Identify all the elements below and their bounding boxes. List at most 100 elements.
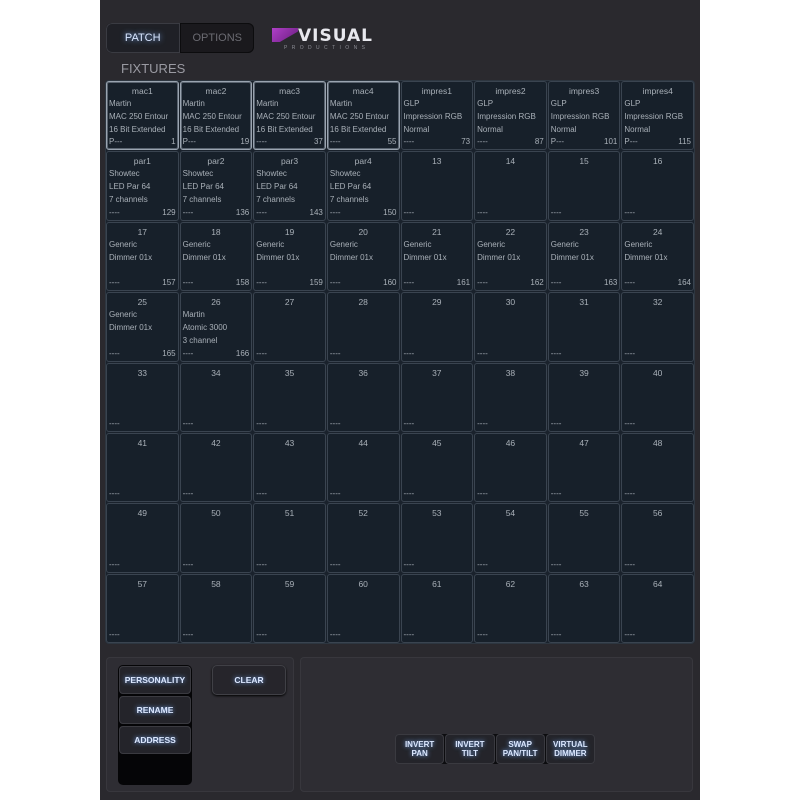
fixture-title: par1 xyxy=(133,156,151,167)
virtual-dimmer-button[interactable]: VIRTUAL DIMMER xyxy=(545,734,595,764)
fixture-cell[interactable]: 27 ---- xyxy=(253,292,326,362)
fixture-cell[interactable]: 29 ---- xyxy=(400,292,474,362)
fixture-cell[interactable]: impres3 GLP Impression RGB Normal P--- 101 xyxy=(547,81,621,151)
fixture-cell[interactable]: 63 ---- xyxy=(547,573,621,643)
fixture-cell[interactable]: mac1 Martin MAC 250 Entour 16 Bit Extended P… xyxy=(106,81,179,151)
fixture-cell[interactable]: 36 ---- xyxy=(326,362,400,432)
fixture-cell[interactable]: par4 Showtec LED Par 64 7 channels ---- 150 xyxy=(326,151,400,221)
fixture-cell[interactable]: 37 ---- xyxy=(400,362,474,432)
fixture-cell[interactable]: 26 Martin Atomic 3000 3 channel ---- 166 xyxy=(179,292,253,362)
fixture-cell[interactable]: 59 ---- xyxy=(253,573,326,643)
fixture-address: 158 xyxy=(235,278,250,288)
fixture-cell[interactable]: 35 ---- xyxy=(253,362,326,432)
fixture-cell[interactable]: 30 ---- xyxy=(474,292,547,362)
fixture-flags: ---- xyxy=(550,278,562,288)
fixture-cell[interactable]: 53 ---- xyxy=(400,503,474,573)
tab-options[interactable]: OPTIONS xyxy=(181,23,255,53)
fixture-cell[interactable]: 55 ---- xyxy=(547,503,621,573)
fixture-cell[interactable]: 62 ---- xyxy=(474,573,547,643)
fixture-cell[interactable]: 39 ---- xyxy=(547,362,621,432)
fixture-cell[interactable]: mac2 Martin MAC 250 Entour 16 Bit Extended P… xyxy=(179,81,253,151)
fixture-cell[interactable]: par1 Showtec LED Par 64 7 channels ---- 129 xyxy=(106,151,179,221)
fixture-cell[interactable]: par3 Showtec LED Par 64 7 channels ---- 143 xyxy=(253,151,326,221)
fixture-flags: P--- xyxy=(624,137,638,147)
fixture-model: MAC 250 Entour xyxy=(109,112,169,121)
fixture-cell[interactable]: 56 ---- xyxy=(621,503,694,573)
fixture-cell[interactable]: 45 ---- xyxy=(400,432,474,503)
fixture-manufacturer: Martin xyxy=(329,99,353,108)
fixture-cell[interactable]: 61 ---- xyxy=(400,573,474,643)
fixture-cell[interactable]: 31 ---- xyxy=(547,292,621,362)
fixture-title: 39 xyxy=(579,367,589,378)
fixture-cell[interactable]: 16 ---- xyxy=(621,151,694,221)
fixture-model: Dimmer 01x xyxy=(477,252,521,262)
fixture-cell[interactable]: 64 ---- xyxy=(621,573,694,643)
fixture-title: 41 xyxy=(137,437,148,448)
fixture-cell[interactable]: impres2 GLP Impression RGB Normal ---- 87 xyxy=(474,81,547,151)
fixture-cell[interactable]: 13 ---- xyxy=(400,151,474,221)
fixture-title: 52 xyxy=(358,508,368,519)
fixture-flags: ---- xyxy=(329,348,341,358)
fixture-cell[interactable]: 46 ---- xyxy=(474,432,547,503)
fixture-grid: mac1 Martin MAC 250 Entour 16 Bit Extended P… xyxy=(105,80,695,644)
fixture-manufacturer: GLP xyxy=(624,99,641,108)
fixture-cell[interactable]: 42 ---- xyxy=(179,432,253,503)
fixture-cell[interactable]: 43 ---- xyxy=(253,432,326,503)
fixture-cell[interactable]: 15 ---- xyxy=(547,151,621,221)
fixture-cell[interactable]: 51 ---- xyxy=(253,503,326,573)
fixture-cell[interactable]: 34 ---- xyxy=(179,362,253,432)
fixture-cell[interactable]: 58 ---- xyxy=(179,573,253,643)
fixture-title: 32 xyxy=(652,297,663,308)
fixture-cell[interactable]: 23 Generic Dimmer 01x ---- 163 xyxy=(547,221,621,292)
fixture-cell[interactable]: 38 ---- xyxy=(474,362,547,432)
fixture-cell[interactable]: 44 ---- xyxy=(326,432,400,503)
fixture-cell[interactable]: 24 Generic Dimmer 01x ---- 164 xyxy=(621,221,694,292)
fixture-cell[interactable]: 22 Generic Dimmer 01x ---- 162 xyxy=(474,221,547,292)
fixture-cell[interactable]: 41 ---- xyxy=(106,432,179,503)
fixture-flags: ---- xyxy=(624,207,636,217)
fixture-mode: Normal xyxy=(477,125,503,134)
fixture-cell[interactable]: 33 ---- xyxy=(106,362,179,432)
rename-button[interactable]: RENAME xyxy=(119,696,191,724)
fixture-cell[interactable]: par2 Showtec LED Par 64 7 channels ---- 136 xyxy=(179,151,253,221)
fixture-flags: ---- xyxy=(403,348,415,358)
fixture-cell[interactable]: 32 ---- xyxy=(621,292,694,362)
fixture-mode: Normal xyxy=(624,125,651,134)
fixture-cell[interactable]: 40 ---- xyxy=(621,362,694,432)
fixture-cell[interactable]: 25 Generic Dimmer 01x ---- 165 xyxy=(106,292,179,362)
fixture-cell[interactable]: mac3 Martin MAC 250 Entour 16 Bit Extended -… xyxy=(253,81,326,151)
fixture-cell[interactable]: impres4 GLP Impression RGB Normal P--- 115 xyxy=(621,81,694,151)
personality-button[interactable]: PERSONALITY xyxy=(119,666,191,694)
clear-button[interactable]: CLEAR xyxy=(212,665,286,695)
fixture-title: 42 xyxy=(211,437,221,448)
fixture-cell[interactable]: 18 Generic Dimmer 01x ---- 158 xyxy=(179,221,253,292)
fixture-cell[interactable]: 52 ---- xyxy=(326,503,400,573)
fixture-cell[interactable]: 20 Generic Dimmer 01x ---- 160 xyxy=(326,221,400,292)
fixture-cell[interactable]: 21 Generic Dimmer 01x ---- 161 xyxy=(400,221,474,292)
fixture-cell[interactable]: impres1 GLP Impression RGB Normal ---- 73 xyxy=(400,81,474,151)
fixture-flags: ---- xyxy=(624,630,636,639)
address-button[interactable]: ADDRESS xyxy=(119,726,191,754)
fixture-cell[interactable]: 60 ---- xyxy=(326,573,400,643)
fixture-cell[interactable]: 54 ---- xyxy=(474,503,547,573)
fixture-cell[interactable]: 17 Generic Dimmer 01x ---- 157 xyxy=(106,221,179,292)
fixture-cell[interactable]: 47 ---- xyxy=(547,432,621,503)
fixture-title: 22 xyxy=(505,226,516,237)
tab-patch[interactable]: PATCH xyxy=(106,23,181,53)
invert-tilt-button[interactable]: INVERT TILT xyxy=(445,734,495,764)
invert-pan-button[interactable]: INVERT PAN xyxy=(395,734,445,764)
fixture-cell[interactable]: 50 ---- xyxy=(179,503,253,573)
swap-pan-tilt-button[interactable]: SWAP PAN/TILT xyxy=(495,734,545,764)
fixture-cell[interactable]: 48 ---- xyxy=(621,432,694,503)
fixture-cell[interactable]: 49 ---- xyxy=(106,503,179,573)
fixture-cell[interactable]: 57 ---- xyxy=(106,573,179,643)
fixture-title: 59 xyxy=(284,578,295,589)
fixture-cell[interactable]: 19 Generic Dimmer 01x ---- 159 xyxy=(253,221,326,292)
fixture-cell[interactable]: 28 ---- xyxy=(326,292,400,362)
fixture-cell[interactable]: mac4 Martin MAC 250 Entour 16 Bit Extended -… xyxy=(326,81,400,151)
fixture-model: MAC 250 Entour xyxy=(329,112,390,121)
fixture-address: 157 xyxy=(162,278,176,288)
fixture-model: MAC 250 Entour xyxy=(256,112,316,121)
fixture-title: 29 xyxy=(432,297,442,308)
fixture-cell[interactable]: 14 ---- xyxy=(474,151,547,221)
